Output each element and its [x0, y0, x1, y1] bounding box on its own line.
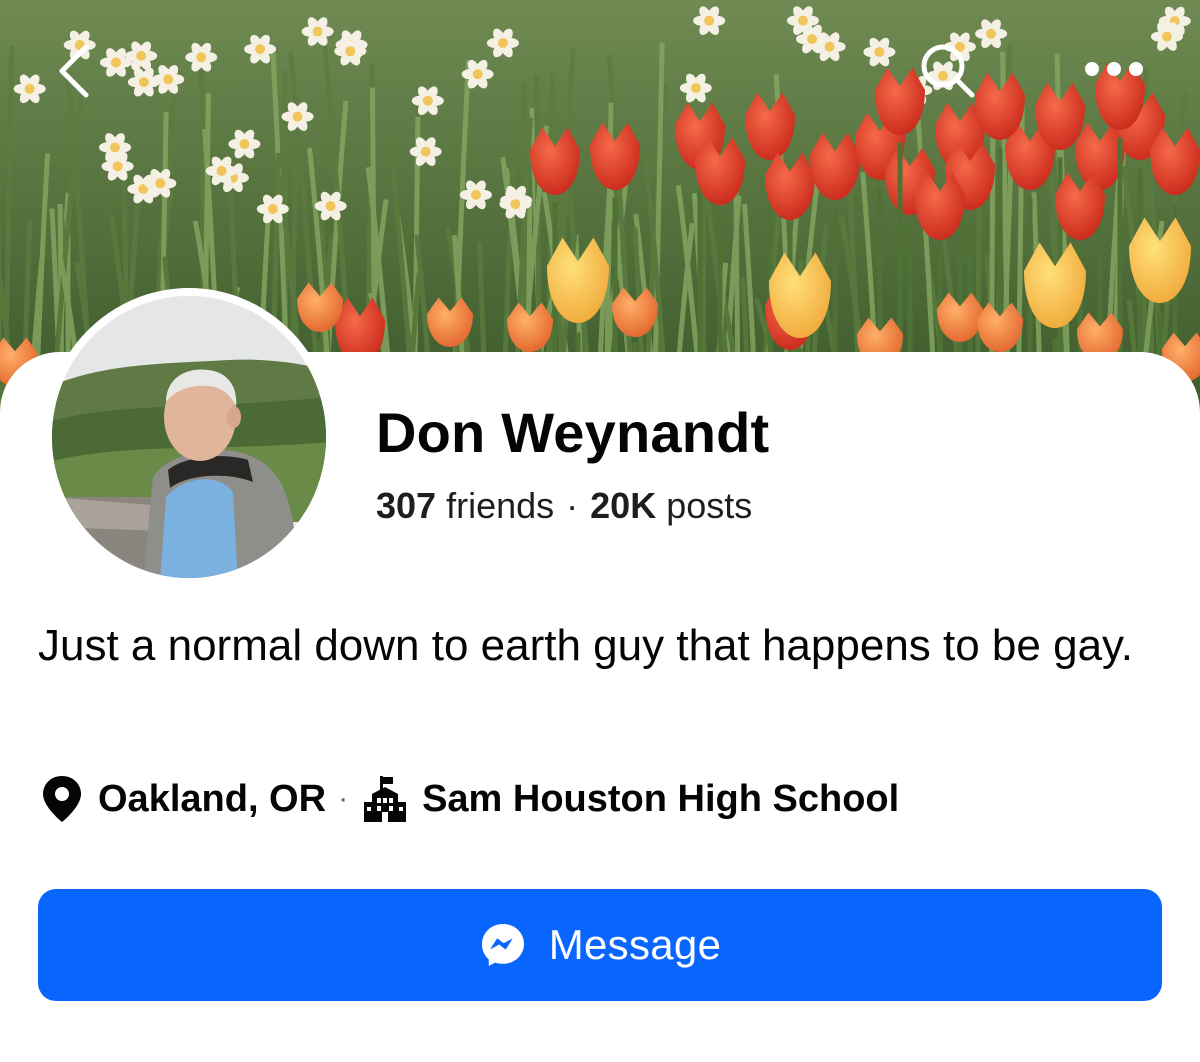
- stats-separator: ·: [566, 485, 579, 526]
- back-button[interactable]: [44, 36, 104, 106]
- messenger-icon: [481, 924, 524, 966]
- profile-avatar[interactable]: [48, 292, 330, 582]
- search-button[interactable]: [912, 36, 984, 106]
- school-text[interactable]: Sam Houston High School: [422, 778, 899, 821]
- friends-label[interactable]: friends: [446, 485, 554, 526]
- profile-photo: [52, 296, 326, 578]
- message-button-label: Message: [548, 921, 722, 968]
- profile-name: Don Weynandt: [376, 401, 770, 464]
- search-icon: [921, 44, 975, 98]
- more-horizontal-icon: [1085, 62, 1143, 76]
- more-options-button[interactable]: [1078, 44, 1150, 94]
- chevron-left-icon: [59, 44, 89, 98]
- friends-count[interactable]: 307: [376, 485, 436, 526]
- details-separator: ·: [338, 782, 349, 815]
- location-text[interactable]: Oakland, OR: [98, 778, 326, 821]
- profile-bio: Just a normal down to earth guy that hap…: [38, 621, 1133, 670]
- message-button[interactable]: Message: [38, 889, 1162, 1001]
- posts-count: 20K: [590, 485, 657, 526]
- posts-label: posts: [666, 485, 753, 526]
- school-building-icon: [362, 774, 408, 824]
- profile-details: Oakland, OR · Sam Houston High School: [40, 772, 899, 826]
- location-pin-icon: [40, 774, 84, 824]
- profile-stats: 307 friends · 20K posts: [376, 485, 752, 527]
